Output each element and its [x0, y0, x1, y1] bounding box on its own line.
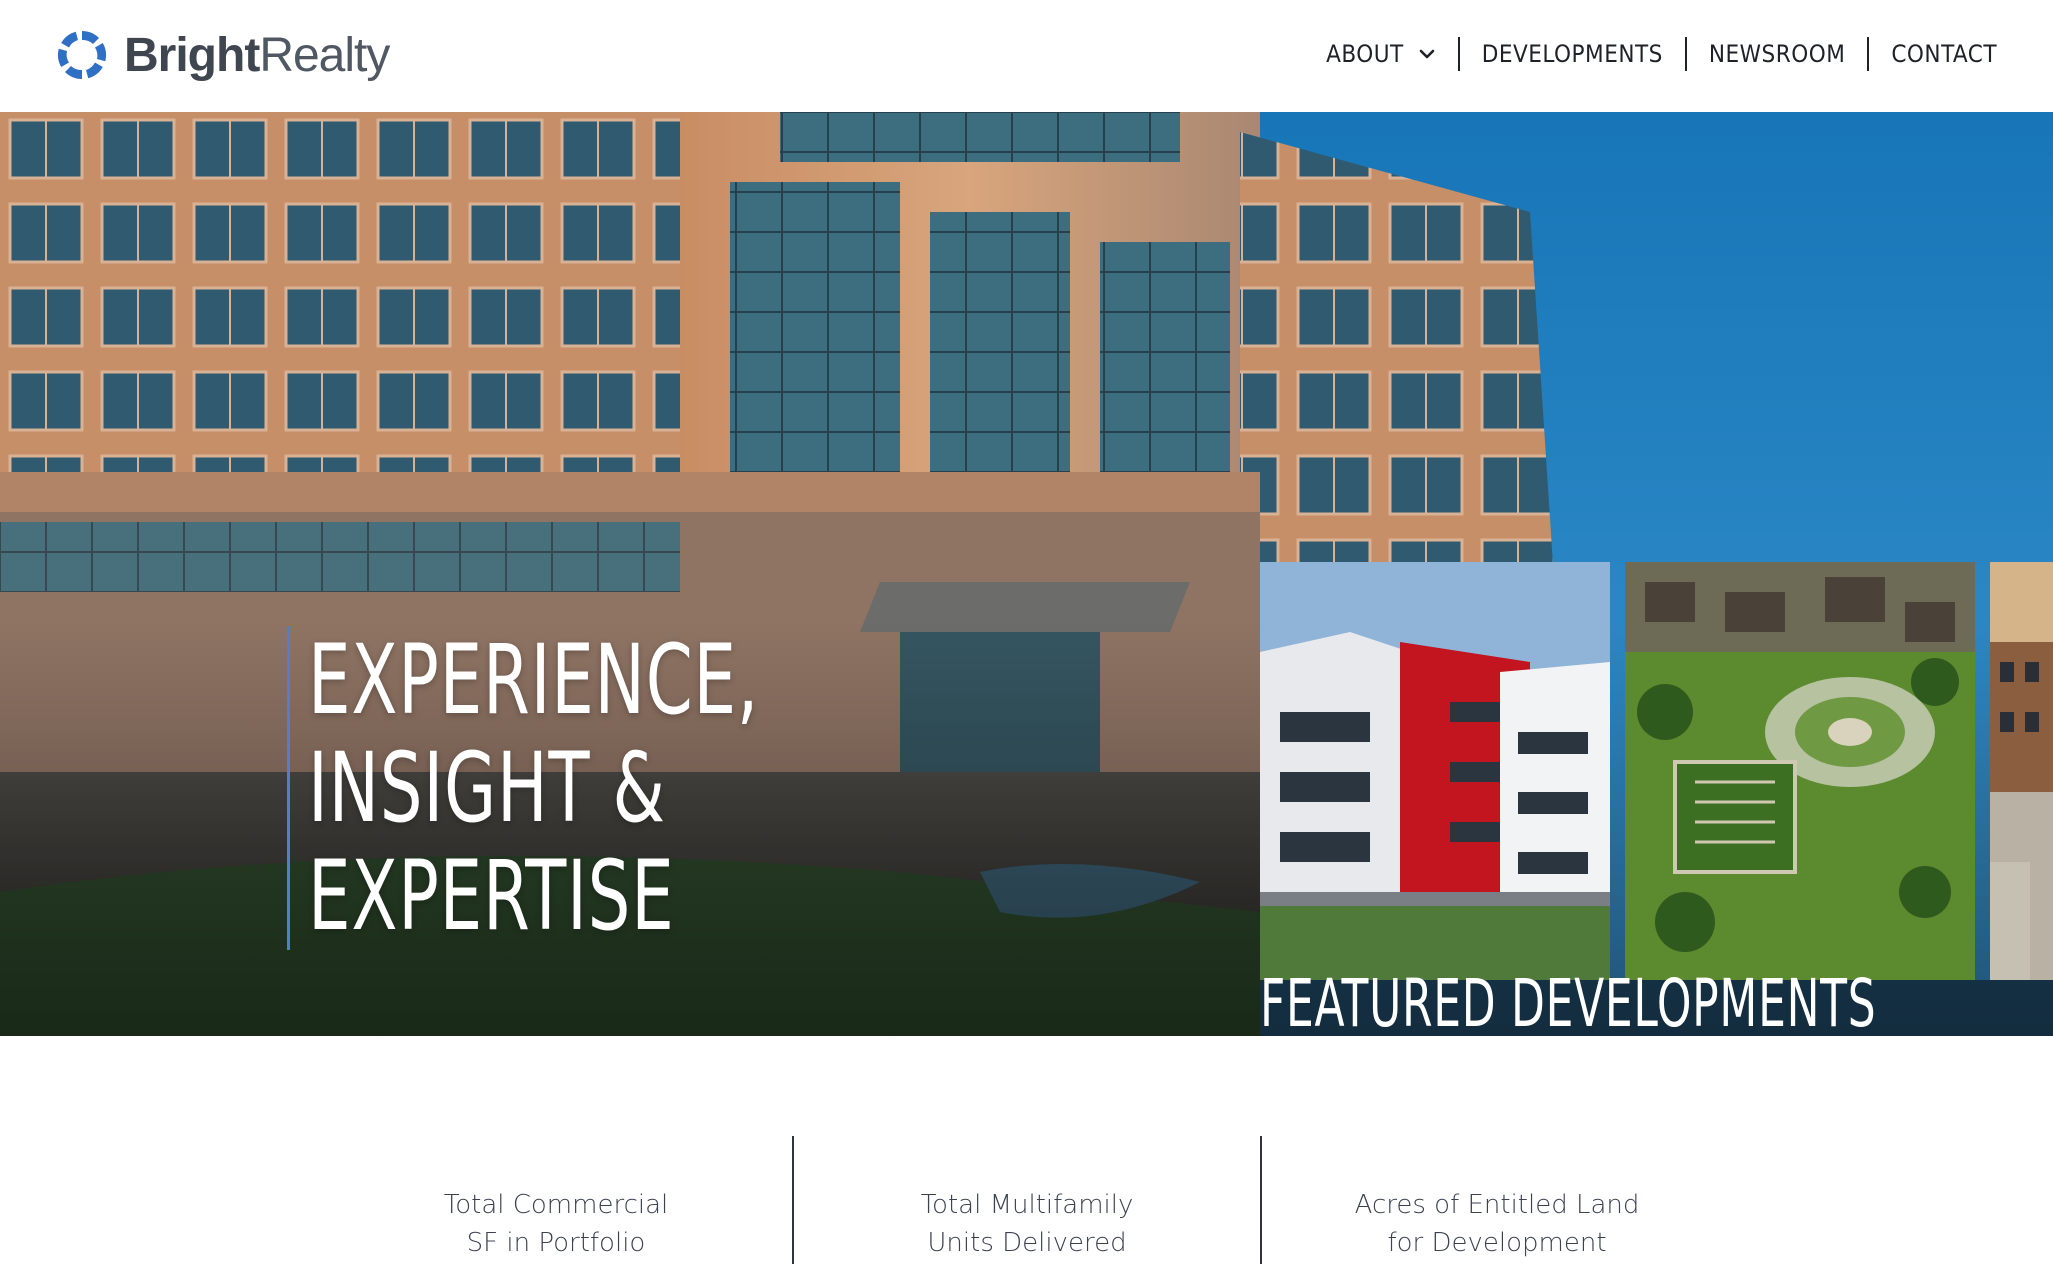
- stat-divider: [792, 1136, 794, 1264]
- featured-card-community[interactable]: [1625, 562, 1975, 980]
- nav-item-developments[interactable]: DEVELOPMENTS: [1460, 36, 1685, 72]
- site-header: BrightRealty ABOUT DEVELOPMENTS NEWSROOM…: [0, 0, 2053, 112]
- stats-section: Total Commercial SF in Portfolio Total M…: [0, 1036, 2053, 1264]
- main-nav: ABOUT DEVELOPMENTS NEWSROOM CONTACT: [1304, 36, 1997, 72]
- stat-label-line: Total Commercial: [443, 1190, 669, 1220]
- nav-item-contact[interactable]: CONTACT: [1869, 36, 1997, 72]
- stat-label-line: Total Multifamily: [920, 1190, 1134, 1220]
- nav-item-about-label: ABOUT: [1326, 40, 1404, 68]
- nav-item-newsroom[interactable]: NEWSROOM: [1687, 36, 1867, 72]
- stat-multifamily-units: Total Multifamily Units Delivered: [817, 1186, 1237, 1262]
- bright-realty-swirl-logo-icon: [58, 30, 106, 80]
- hero-headline-line: EXPERTISE: [308, 840, 675, 952]
- chevron-down-icon: [1419, 49, 1435, 59]
- stat-label-line: Units Delivered: [927, 1228, 1127, 1258]
- hero-headline-line: EXPERIENCE,: [308, 624, 760, 736]
- featured-developments: FEATURED DEVELOPMENTS: [1260, 562, 2053, 1036]
- featured-card-office[interactable]: [1260, 562, 1610, 980]
- stat-divider: [1260, 1136, 1262, 1264]
- stat-entitled-acres: Acres of Entitled Land for Development: [1287, 1186, 1707, 1262]
- brand-name-bold: Bright: [124, 28, 260, 82]
- stat-label-line: for Development: [1387, 1228, 1607, 1258]
- stat-label-line: Acres of Entitled Land: [1354, 1190, 1640, 1220]
- hero-headline-line: INSIGHT &: [308, 732, 666, 844]
- stat-label-line: SF in Portfolio: [466, 1228, 646, 1258]
- featured-card-residential[interactable]: [1990, 562, 2053, 980]
- brand-name-light: Realty: [259, 28, 390, 82]
- nav-item-about[interactable]: ABOUT: [1304, 36, 1458, 72]
- hero-headline: EXPERIENCE, INSIGHT & EXPERTISE: [287, 626, 886, 950]
- residential-street-photo: [1990, 562, 2053, 980]
- featured-developments-title: FEATURED DEVELOPMENTS: [1260, 965, 1877, 1037]
- hero-section: EXPERIENCE, INSIGHT & EXPERTISE FEATURED…: [0, 112, 2053, 1036]
- brand-logo[interactable]: BrightRealty: [56, 26, 390, 84]
- community-aerial-photo: [1625, 562, 1975, 980]
- stat-commercial-sf: Total Commercial SF in Portfolio: [346, 1186, 766, 1262]
- office-building-photo: [1260, 562, 1610, 980]
- brand-wordmark: BrightRealty: [124, 28, 390, 83]
